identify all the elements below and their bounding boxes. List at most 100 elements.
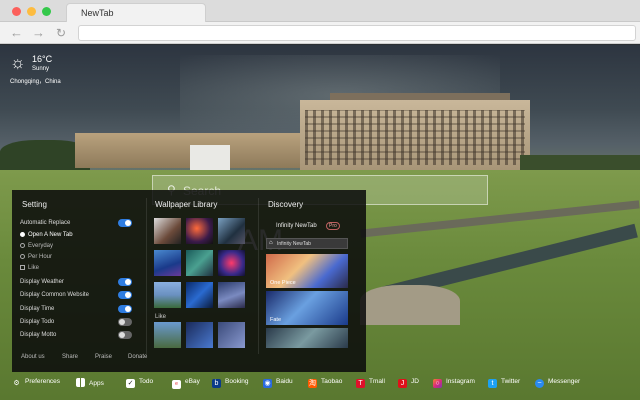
baidu-icon: ◉ (263, 379, 272, 388)
settings-panel: Setting Automatic Replace Open A New Tab… (12, 190, 366, 372)
option-label: Like (28, 265, 40, 271)
weather-widget[interactable]: ☼ 16°C Sunny Chongqing，China (8, 52, 78, 92)
option-open-new-tab[interactable]: Open A New Tab (20, 232, 73, 238)
stone-bridge (360, 285, 460, 325)
back-arrow-icon[interactable]: ← (10, 25, 23, 41)
wallpaper-thumbnail[interactable] (186, 218, 213, 244)
radio-icon (20, 243, 25, 248)
wallpaper-library-title: Wallpaper Library (155, 200, 218, 209)
twitter-shortcut[interactable]: t Twitter (488, 378, 520, 388)
discovery-card-fate[interactable]: Fate (266, 291, 348, 325)
booking-shortcut[interactable]: b Booking (212, 378, 249, 388)
option-label: Per Hour (28, 254, 53, 260)
wallpaper-thumbnail[interactable] (154, 250, 181, 276)
share-link[interactable]: Share (62, 354, 78, 360)
display-todo-label: Display Todo (20, 319, 55, 325)
dock-label: Taobao (321, 378, 343, 385)
display-motto-label: Display Motto (20, 332, 57, 338)
ebay-shortcut[interactable]: e eBay (172, 378, 200, 389)
automatic-replace-toggle[interactable] (118, 219, 132, 227)
tmall-icon: T (356, 379, 365, 388)
column-divider (258, 198, 259, 354)
weather-condition: Sunny (32, 66, 50, 72)
discovery-card[interactable] (266, 328, 348, 348)
sun-icon: ☼ (10, 53, 26, 72)
display-motto-toggle[interactable] (118, 331, 132, 339)
discovery-search-input[interactable]: ⌂ Infinity NewTab (266, 238, 348, 249)
like-label: Like (155, 314, 167, 320)
dock-label: eBay (185, 378, 200, 385)
about-us-link[interactable]: About us (21, 354, 45, 360)
setting-title: Setting (22, 200, 47, 209)
browser-tab[interactable]: NewTab (66, 3, 206, 23)
taobao-shortcut[interactable]: 淘 Taobao (308, 378, 342, 388)
radio-icon (20, 254, 25, 259)
discovery-input-text: Infinity NewTab (277, 241, 311, 247)
option-everyday[interactable]: Everyday (20, 243, 53, 249)
address-bar[interactable] (78, 25, 636, 41)
discovery-app-name: Infinity NewTab (276, 223, 317, 229)
option-like[interactable]: Like (20, 265, 39, 271)
maximize-window-button[interactable] (42, 7, 51, 16)
messenger-icon: ~ (535, 379, 544, 388)
discovery-card-label: Fate (270, 317, 282, 323)
jd-shortcut[interactable]: J JD (398, 378, 419, 388)
close-window-button[interactable] (12, 7, 21, 16)
display-weather-toggle[interactable] (118, 278, 132, 286)
home-icon: ⌂ (269, 240, 273, 246)
browser-toolbar: ← → ↻ (0, 22, 640, 44)
option-label: Everyday (28, 243, 54, 249)
radio-selected-icon (20, 232, 25, 237)
tmall-shortcut[interactable]: T Tmall (356, 378, 385, 388)
display-common-website-toggle[interactable] (118, 291, 132, 299)
display-common-website-label: Display Common Website (20, 292, 89, 298)
preferences-button[interactable]: ⚙ Preferences (12, 378, 60, 388)
dock-label: Preferences (25, 378, 61, 385)
minimize-window-button[interactable] (27, 7, 36, 16)
weather-temperature: 16°C (32, 54, 53, 64)
wallpaper-thumbnail[interactable] (154, 282, 181, 308)
praise-link[interactable]: Praise (95, 354, 112, 360)
dock-label: Booking (225, 378, 249, 385)
reload-icon[interactable]: ↻ (56, 25, 66, 41)
instagram-shortcut[interactable]: ○ Instagram (433, 378, 475, 388)
discovery-card-one-piece[interactable]: One Piece (266, 254, 348, 288)
dock-label: JD (411, 378, 419, 385)
wallpaper-thumbnail[interactable] (218, 250, 245, 276)
trees (520, 155, 640, 171)
wallpaper-thumbnail[interactable] (218, 282, 245, 308)
option-label: Open A New Tab (28, 232, 73, 238)
wallpaper-thumbnail[interactable] (186, 282, 213, 308)
messenger-shortcut[interactable]: ~ Messenger (535, 378, 580, 388)
wallpaper-thumbnail[interactable] (218, 322, 245, 348)
forward-arrow-icon[interactable]: → (32, 25, 45, 41)
wallpaper-thumbnail[interactable] (218, 218, 245, 244)
wallpaper-thumbnail[interactable] (186, 322, 213, 348)
wallpaper-thumbnail[interactable] (154, 322, 181, 348)
display-time-toggle[interactable] (118, 305, 132, 313)
dock-label: Todo (139, 378, 154, 385)
dock-label: Apps (89, 380, 104, 387)
checkbox-icon: ✓ (126, 379, 135, 388)
baidu-shortcut[interactable]: ◉ Baidu (263, 378, 293, 388)
dock-label: Baidu (276, 378, 293, 385)
gear-icon: ⚙ (13, 380, 20, 387)
tab-title: NewTab (81, 8, 114, 18)
donate-link[interactable]: Donate (128, 354, 147, 360)
grid-icon (76, 378, 85, 387)
column-divider (146, 198, 147, 354)
display-todo-toggle[interactable] (118, 318, 132, 326)
wallpaper-thumbnail[interactable] (154, 218, 181, 244)
option-per-hour[interactable]: Per Hour (20, 254, 52, 260)
booking-icon: b (212, 379, 221, 388)
todo-button[interactable]: ✓ Todo (126, 378, 153, 388)
white-house (190, 145, 230, 170)
title-bar: NewTab (0, 0, 640, 23)
twitter-icon: t (488, 379, 497, 388)
pro-badge: Pro (326, 222, 340, 230)
wallpaper-thumbnail[interactable] (186, 250, 213, 276)
taobao-icon: 淘 (308, 379, 317, 388)
apps-button[interactable]: Apps (76, 378, 104, 387)
display-weather-label: Display Weather (20, 279, 64, 285)
weather-city: Chongqing，China (10, 79, 61, 85)
